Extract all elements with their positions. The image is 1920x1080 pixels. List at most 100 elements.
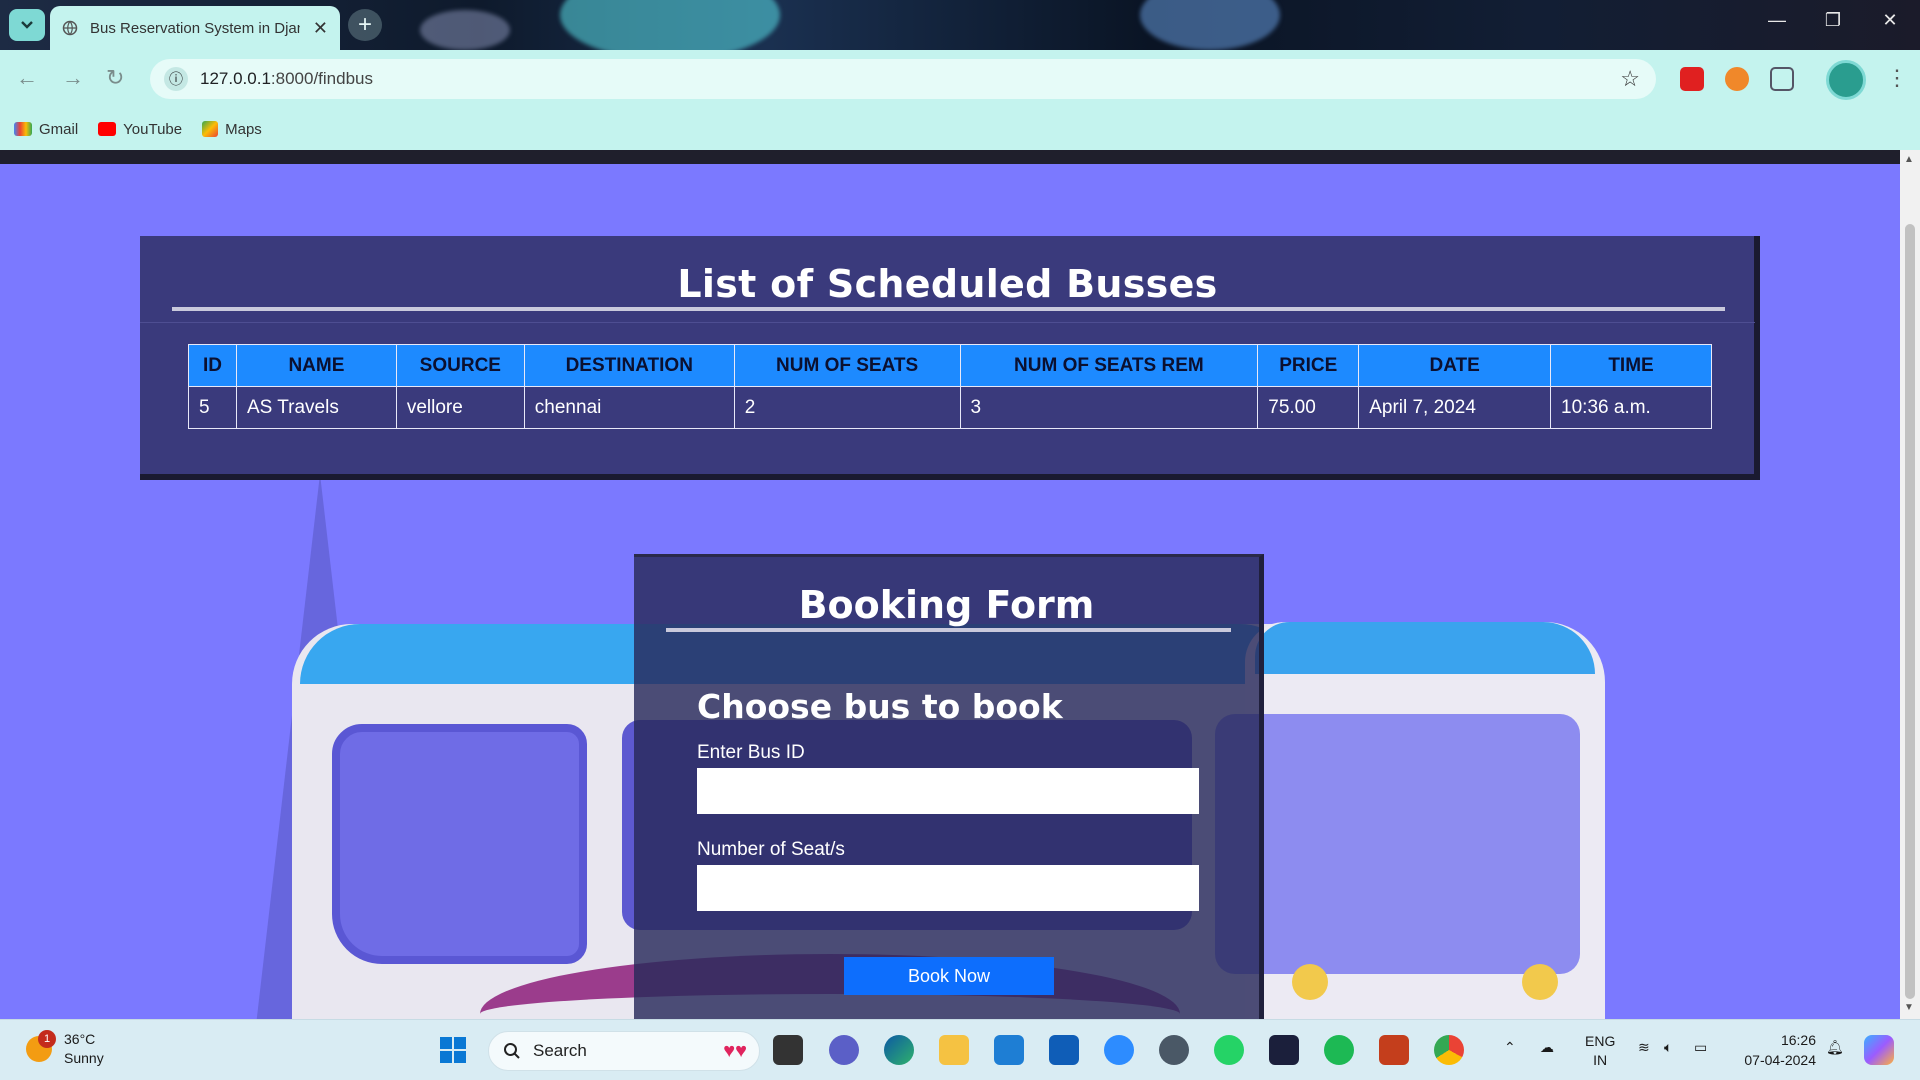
cell-date: April 7, 2024	[1358, 386, 1552, 429]
back-icon[interactable]: ←	[16, 65, 38, 91]
column-header-time: TIME	[1550, 344, 1712, 387]
webex-icon[interactable]	[1269, 1035, 1299, 1065]
column-header-name: NAME	[235, 344, 397, 387]
page-content: List of Scheduled Busses ID NAME SOURCE …	[0, 164, 1900, 1019]
microsoft-store-icon[interactable]	[1049, 1035, 1079, 1065]
globe-icon	[62, 20, 78, 36]
weather-desc: Sunny	[64, 1050, 104, 1066]
metamask-extension-icon[interactable]	[1725, 67, 1749, 91]
notification-badge: 1	[38, 1030, 56, 1048]
column-header-price: PRICE	[1257, 344, 1360, 387]
booking-form-title: Booking Form	[798, 583, 1095, 627]
divider	[140, 322, 1755, 323]
bookmark-gmail[interactable]: Gmail	[14, 121, 78, 138]
booking-form-card: Booking Form Choose bus to book Enter Bu…	[634, 554, 1264, 1019]
whatsapp-icon[interactable]	[1214, 1035, 1244, 1065]
seats-label: Number of Seat/s	[697, 839, 845, 860]
search-placeholder: Search	[533, 1041, 587, 1060]
spotify-icon[interactable]	[1324, 1035, 1354, 1065]
clock-time: 16:26	[1780, 1032, 1816, 1048]
bookmarks-bar: Gmail YouTube Maps	[0, 108, 1920, 150]
language-indicator[interactable]: ENG IN	[1585, 1032, 1615, 1070]
table-header-row: ID NAME SOURCE DESTINATION NUM OF SEATS …	[188, 344, 1712, 387]
language-code: ENG	[1585, 1033, 1616, 1049]
page-scrollbar[interactable]: ▲ ▼	[1900, 150, 1920, 1019]
seats-input[interactable]	[697, 865, 1199, 911]
reload-icon[interactable]: ↻	[106, 65, 124, 91]
chevron-down-icon	[21, 21, 33, 29]
address-bar[interactable]: ⓘ 127.0.0.1:8000/findbus ☆	[150, 59, 1656, 99]
bookmark-star-icon[interactable]: ☆	[1620, 66, 1640, 92]
sun-icon: 1	[26, 1030, 56, 1062]
bookmark-maps[interactable]: Maps	[202, 121, 262, 138]
column-header-destination: DESTINATION	[523, 344, 735, 387]
scrollbar-thumb[interactable]	[1905, 224, 1915, 999]
show-hidden-icons-chevron-up-icon[interactable]: ⌃	[1504, 1038, 1516, 1057]
bookmark-label: YouTube	[123, 120, 183, 138]
wallpaper-swirl	[560, 0, 780, 50]
cell-num-seats: 2	[733, 386, 961, 429]
cell-source: vellore	[395, 386, 525, 429]
taskbar-search[interactable]: Search ♥♥	[488, 1031, 760, 1071]
file-explorer-icon[interactable]	[939, 1035, 969, 1065]
scheduled-busses-title: List of Scheduled Busses	[677, 262, 1218, 306]
region-code: IN	[1593, 1052, 1608, 1068]
wifi-icon[interactable]: ≋	[1638, 1038, 1650, 1057]
scroll-down-icon[interactable]: ▼	[1904, 1002, 1914, 1013]
page-navbar	[0, 150, 1920, 164]
weather-widget[interactable]: 1 36°C Sunny	[26, 1030, 104, 1068]
zoom-icon[interactable]	[1104, 1035, 1134, 1065]
bookmark-youtube[interactable]: YouTube	[98, 121, 182, 138]
onedrive-cloud-icon[interactable]: ☁	[1540, 1038, 1554, 1057]
notification-bell-icon[interactable]: 🔔︎	[1826, 1038, 1844, 1057]
close-window-icon[interactable]: ✕	[1870, 10, 1910, 31]
chrome-icon[interactable]	[1434, 1035, 1464, 1065]
wallpaper-swirl	[1140, 0, 1280, 50]
taskbar-clock[interactable]: 16:26 07-04-2024	[1736, 1030, 1816, 1070]
busses-table: ID NAME SOURCE DESTINATION NUM OF SEATS …	[188, 344, 1712, 429]
cell-price: 75.00	[1257, 386, 1360, 429]
forward-icon[interactable]: →	[62, 65, 84, 91]
task-view-icon[interactable]	[773, 1035, 803, 1065]
booking-subtitle: Choose bus to book	[697, 687, 1063, 726]
windows-taskbar: 1 36°C Sunny Search ♥♥ ⌃ ☁ ENG IN ≋ 🔈︎ ▭…	[0, 1019, 1920, 1080]
column-header-date: DATE	[1358, 344, 1552, 387]
cell-id: 5	[188, 386, 237, 429]
profile-avatar[interactable]	[1826, 60, 1866, 100]
wallpaper-swirl	[420, 10, 510, 50]
youtube-icon	[98, 122, 117, 136]
browser-tab-active[interactable]: Bus Reservation System in Djan ✕	[50, 6, 340, 50]
title-underline	[666, 628, 1231, 632]
url-host: 127.0.0.1	[200, 69, 271, 88]
close-tab-icon[interactable]: ✕	[313, 18, 328, 39]
book-now-button[interactable]: Book Now	[844, 957, 1054, 995]
copilot-icon[interactable]	[1864, 1035, 1894, 1065]
vscode-icon[interactable]	[994, 1035, 1024, 1065]
minimize-icon[interactable]: —	[1757, 10, 1797, 31]
bus-id-input[interactable]	[697, 768, 1199, 814]
youtube-extension-icon[interactable]	[1680, 67, 1704, 91]
search-icon	[504, 1043, 520, 1059]
edge-icon[interactable]	[884, 1035, 914, 1065]
site-info-icon[interactable]: ⓘ	[164, 67, 188, 91]
battery-icon[interactable]: ▭	[1694, 1038, 1707, 1057]
cell-num-seats-rem: 3	[959, 386, 1259, 429]
weather-temp: 36°C	[64, 1031, 96, 1047]
cell-time: 10:36 a.m.	[1550, 386, 1712, 429]
new-tab-button[interactable]: +	[348, 9, 382, 41]
bookmark-label: Maps	[225, 120, 262, 138]
tab-search-button[interactable]	[9, 9, 45, 41]
volume-icon[interactable]: 🔈︎	[1664, 1038, 1672, 1057]
powerpoint-icon[interactable]	[1379, 1035, 1409, 1065]
table-row: 5 AS Travels vellore chennai 2 3 75.00 A…	[188, 386, 1712, 429]
scroll-up-icon[interactable]: ▲	[1904, 154, 1914, 165]
kebab-menu-icon[interactable]: ⋮	[1886, 65, 1908, 91]
cell-destination: chennai	[523, 386, 735, 429]
teams-chat-icon[interactable]	[829, 1035, 859, 1065]
extensions-puzzle-icon[interactable]	[1770, 67, 1794, 91]
tab-title: Bus Reservation System in Djan	[90, 19, 300, 37]
windows-start-icon[interactable]	[438, 1035, 468, 1065]
restore-icon[interactable]: ❐	[1813, 10, 1853, 31]
settings-gear-icon[interactable]	[1159, 1035, 1189, 1065]
column-header-source: SOURCE	[395, 344, 525, 387]
